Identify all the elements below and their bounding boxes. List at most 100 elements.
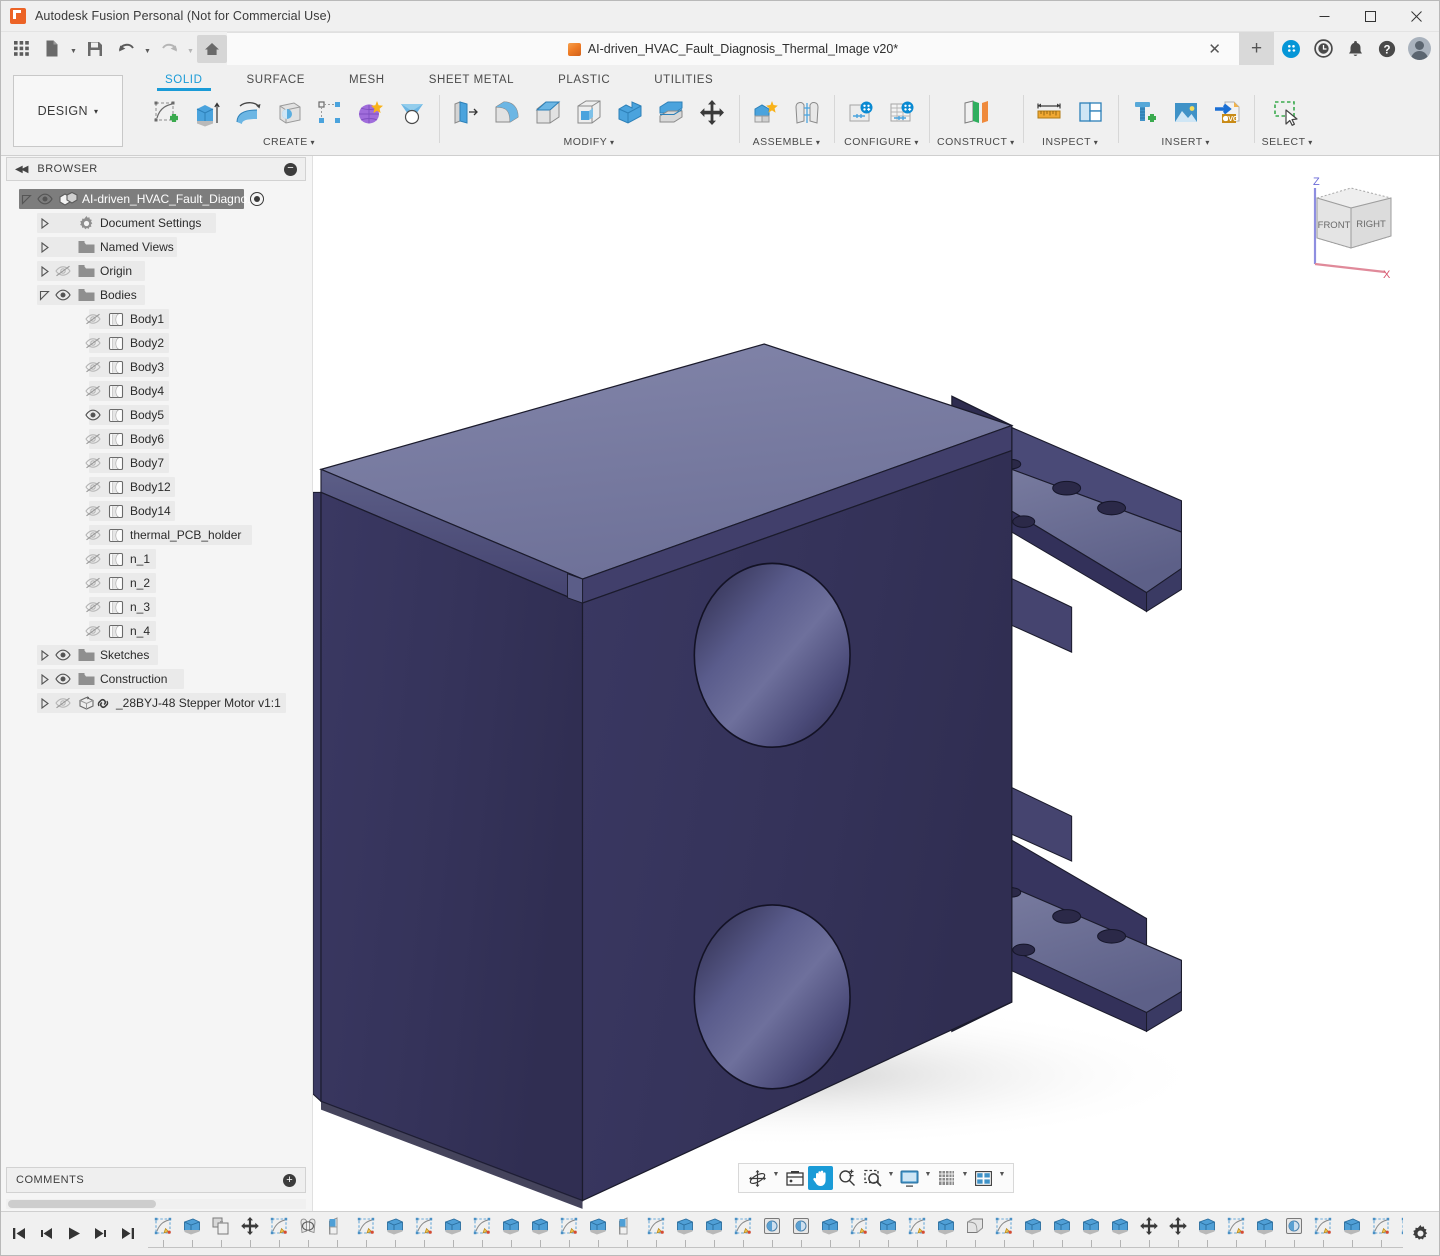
chamfer-icon[interactable] — [529, 93, 567, 133]
eye-visible-icon[interactable] — [34, 193, 56, 205]
tree-item-body7[interactable]: Body7 — [1, 451, 312, 475]
browser-horizontal-scrollbar[interactable] — [6, 1199, 306, 1209]
timeline-feature-19[interactable] — [670, 1215, 699, 1253]
grid-snap-icon[interactable] — [934, 1166, 959, 1190]
insert-image-icon[interactable] — [1167, 93, 1205, 133]
timeline-feature-29[interactable] — [960, 1215, 989, 1253]
maximize-button[interactable] — [1347, 1, 1393, 32]
redo-icon[interactable] — [154, 35, 184, 63]
timeline-feature-8[interactable] — [351, 1215, 380, 1253]
orbit-caret-icon[interactable]: ▼ — [771, 1171, 781, 1185]
timeline-feature-35[interactable] — [1134, 1215, 1163, 1253]
timeline-feature-9[interactable] — [380, 1215, 409, 1253]
eye-visible-icon[interactable] — [52, 673, 74, 685]
eye-hidden-icon[interactable] — [82, 313, 104, 325]
chevron-right-icon[interactable] — [37, 242, 52, 253]
offset-plane-icon[interactable] — [957, 93, 995, 133]
plus-circle-icon[interactable]: + — [283, 1174, 296, 1187]
app-grid-icon[interactable] — [6, 35, 36, 63]
timeline-feature-21[interactable] — [728, 1215, 757, 1253]
eye-hidden-icon[interactable] — [82, 505, 104, 517]
grid-snap-caret-icon[interactable]: ▼ — [960, 1171, 970, 1185]
go-to-end-icon[interactable] — [115, 1220, 140, 1248]
tree-item-body12[interactable]: Body12 — [1, 475, 312, 499]
play-icon[interactable] — [61, 1220, 86, 1248]
timeline-feature-20[interactable] — [699, 1215, 728, 1253]
move-copy-icon[interactable] — [693, 93, 731, 133]
chevron-right-icon[interactable] — [37, 674, 52, 685]
tree-item-body3[interactable]: Body3 — [1, 355, 312, 379]
notifications-bell-icon[interactable] — [1344, 38, 1366, 60]
timeline-feature-25[interactable] — [844, 1215, 873, 1253]
chevron-right-icon[interactable] — [37, 650, 52, 661]
eye-hidden-icon[interactable] — [82, 481, 104, 493]
tab-utilities[interactable]: UTILITIES — [632, 74, 735, 91]
new-tab-button[interactable]: + — [1239, 32, 1274, 65]
timeline-feature-27[interactable] — [902, 1215, 931, 1253]
undo-icon[interactable] — [111, 35, 141, 63]
tree-item-ai-driven-hvac-fault-diagno[interactable]: AI-driven_HVAC_Fault_Diagno... — [1, 187, 312, 211]
eye-hidden-icon[interactable] — [52, 697, 74, 709]
tab-surface[interactable]: SURFACE — [225, 74, 328, 91]
timeline-feature-36[interactable] — [1163, 1215, 1192, 1253]
measure-icon[interactable] — [1031, 93, 1069, 133]
tree-item-bodies[interactable]: Bodies — [1, 283, 312, 307]
panel-create-label[interactable]: CREATE ▾ — [147, 135, 431, 151]
timeline-feature-5[interactable] — [264, 1215, 293, 1253]
insert-svg-icon[interactable]: SVG — [1208, 93, 1246, 133]
timeline-feature-2[interactable] — [177, 1215, 206, 1253]
timeline-feature-13[interactable] — [496, 1215, 525, 1253]
display-settings-icon[interactable] — [782, 1166, 807, 1190]
section-analysis-icon[interactable] — [1072, 93, 1110, 133]
new-file-icon[interactable] — [37, 35, 67, 63]
timeline-feature-17[interactable] — [612, 1215, 641, 1253]
3d-canvas[interactable]: Z X FRONT RIGHT — [312, 156, 1439, 1211]
joint-icon[interactable] — [788, 93, 826, 133]
tree-item-body5[interactable]: Body5 — [1, 403, 312, 427]
orbit-icon[interactable] — [745, 1166, 770, 1190]
viewports-caret-icon[interactable]: ▼ — [997, 1171, 1007, 1185]
zoom-icon[interactable] — [834, 1166, 859, 1190]
combine-icon[interactable] — [611, 93, 649, 133]
timeline-feature-15[interactable] — [554, 1215, 583, 1253]
shell-icon[interactable] — [570, 93, 608, 133]
tree-item-28byj-48-stepper-motor-v1-1[interactable]: _28BYJ-48 Stepper Motor v1:1 — [1, 691, 312, 715]
timeline-feature-44[interactable] — [1395, 1215, 1403, 1253]
timeline-feature-12[interactable] — [467, 1215, 496, 1253]
eye-visible-icon[interactable] — [82, 409, 104, 421]
step-forward-icon[interactable] — [88, 1220, 113, 1248]
pattern-icon[interactable] — [311, 93, 349, 133]
timeline-feature-1[interactable] — [148, 1215, 177, 1253]
chevron-right-icon[interactable] — [37, 698, 52, 709]
timeline-feature-4[interactable] — [235, 1215, 264, 1253]
tree-item-origin[interactable]: Origin — [1, 259, 312, 283]
redo-caret-icon[interactable]: ▼ — [185, 35, 196, 63]
timeline-feature-7[interactable] — [322, 1215, 351, 1253]
eye-hidden-icon[interactable] — [82, 337, 104, 349]
timeline-feature-28[interactable] — [931, 1215, 960, 1253]
tree-item-body2[interactable]: Body2 — [1, 331, 312, 355]
timeline-feature-10[interactable] — [409, 1215, 438, 1253]
timeline-feature-3[interactable] — [206, 1215, 235, 1253]
display-mode-caret-icon[interactable]: ▼ — [923, 1171, 933, 1185]
home-icon[interactable] — [197, 35, 227, 63]
timeline-feature-32[interactable] — [1047, 1215, 1076, 1253]
revolve-icon[interactable] — [229, 93, 267, 133]
eye-hidden-icon[interactable] — [82, 553, 104, 565]
tree-item-thermal-pcb-holder[interactable]: thermal_PCB_holder — [1, 523, 312, 547]
user-avatar[interactable] — [1408, 37, 1431, 60]
tree-item-body1[interactable]: Body1 — [1, 307, 312, 331]
timeline-feature-30[interactable] — [989, 1215, 1018, 1253]
create-sketch-icon[interactable] — [147, 93, 185, 133]
chevron-down-icon[interactable] — [19, 194, 34, 205]
minimize-button[interactable] — [1301, 1, 1347, 32]
tree-item-named-views[interactable]: Named Views — [1, 235, 312, 259]
timeline-feature-26[interactable] — [873, 1215, 902, 1253]
timeline-feature-24[interactable] — [815, 1215, 844, 1253]
tab-sheet-metal[interactable]: SHEET METAL — [407, 74, 536, 91]
configure-design-icon[interactable] — [842, 93, 880, 133]
comments-panel[interactable]: COMMENTS + — [6, 1167, 306, 1193]
tree-item-body14[interactable]: Body14 — [1, 499, 312, 523]
tree-item-n-3[interactable]: n_3 — [1, 595, 312, 619]
new-file-caret-icon[interactable]: ▼ — [68, 35, 79, 63]
